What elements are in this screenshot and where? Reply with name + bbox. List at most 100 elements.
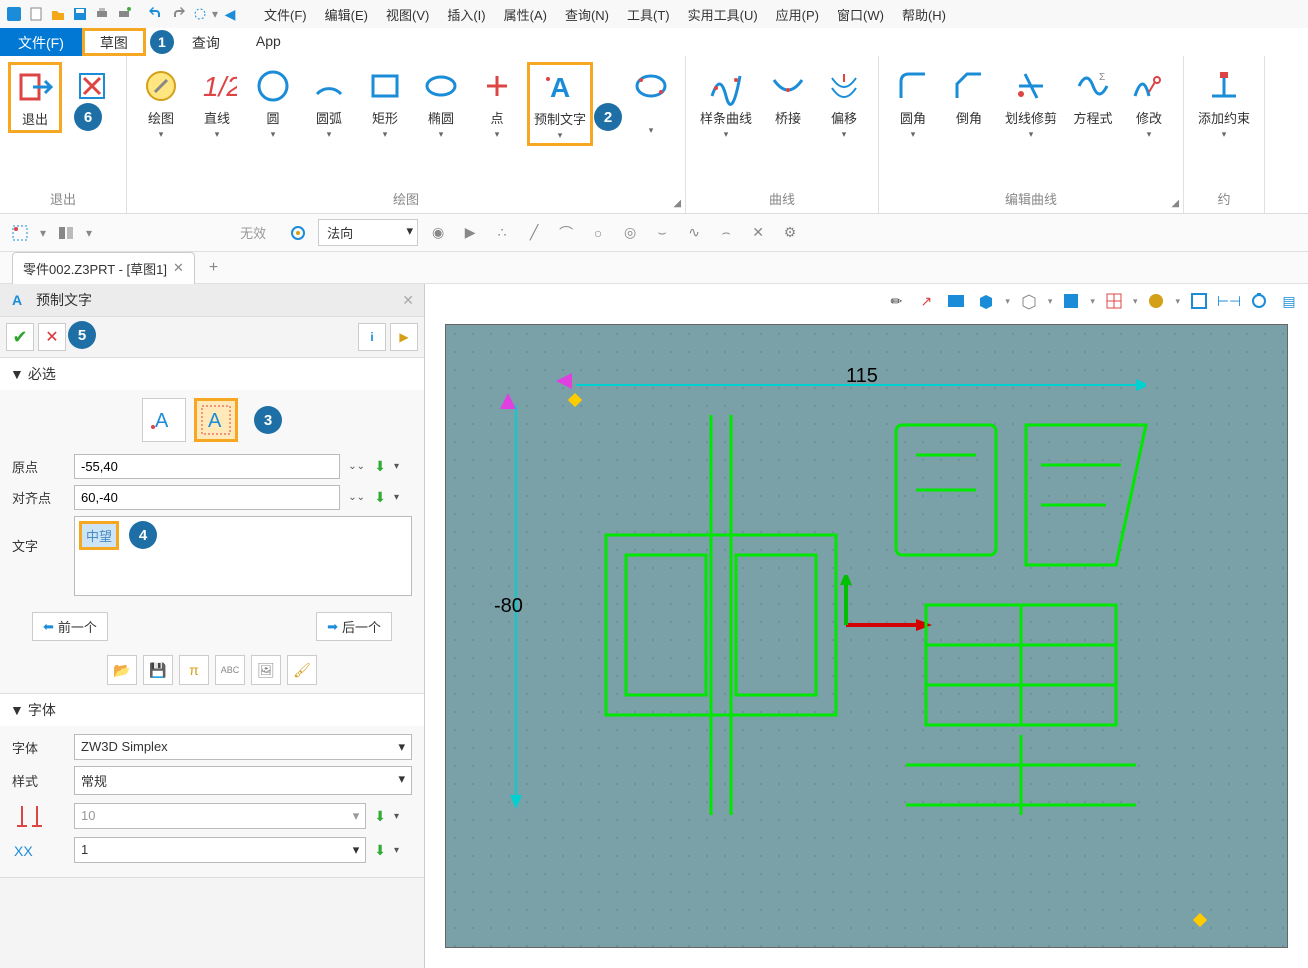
menu-util[interactable]: 实用工具(U) xyxy=(680,1,766,28)
grid-icon[interactable] xyxy=(1103,290,1125,312)
text-input[interactable]: 中望 4 xyxy=(74,516,412,596)
text-mode-box[interactable]: A xyxy=(194,398,238,442)
new-file-icon[interactable] xyxy=(26,4,46,24)
tool-icon[interactable]: ⚙ xyxy=(778,221,802,245)
menu-file[interactable]: 文件(F) xyxy=(256,1,315,28)
prev-button[interactable]: ⬅前一个 xyxy=(32,612,108,641)
print-icon[interactable] xyxy=(92,4,112,24)
menu-insert[interactable]: 插入(I) xyxy=(439,1,493,28)
draw-button[interactable]: 绘图▾ xyxy=(135,62,187,144)
play-icon[interactable]: ▶ xyxy=(458,221,482,245)
arc-tool-icon[interactable]: ⌒ xyxy=(554,221,578,245)
face-icon[interactable] xyxy=(1060,290,1082,312)
close-tab-icon[interactable]: ✕ xyxy=(173,260,184,276)
frame-icon[interactable] xyxy=(1188,290,1210,312)
size2-combo[interactable]: 1▾ xyxy=(74,837,366,863)
ellipse-button[interactable]: 椭圆▾ xyxy=(415,62,467,144)
constraint-button[interactable]: 添加约束▾ xyxy=(1192,62,1256,144)
size1-combo[interactable]: 10▾ xyxy=(74,803,366,829)
menu-help[interactable]: 帮助(H) xyxy=(894,1,954,28)
panel-close-icon[interactable]: ✕ xyxy=(402,292,414,309)
menu-query[interactable]: 查询(N) xyxy=(557,1,617,28)
horiz-icon[interactable]: ⊢⊣ xyxy=(1218,290,1240,312)
bridge-button[interactable]: 桥接 xyxy=(762,62,814,131)
size2-pick[interactable]: ⬇ xyxy=(374,842,386,859)
save-icon[interactable] xyxy=(70,4,90,24)
gear-icon[interactable] xyxy=(286,221,310,245)
modify-button[interactable]: 修改▾ xyxy=(1123,62,1175,144)
style-combo[interactable]: 常规▾ xyxy=(74,766,412,795)
arc2-icon[interactable]: ⌣ xyxy=(650,221,674,245)
circle2-icon[interactable]: ◎ xyxy=(618,221,642,245)
size1-pick[interactable]: ⬇ xyxy=(374,808,386,825)
menu-attr[interactable]: 属性(A) xyxy=(496,1,555,28)
origin-input[interactable] xyxy=(74,454,340,479)
trim-button[interactable]: 划线修剪▾ xyxy=(999,62,1063,144)
selection-filter-icon[interactable] xyxy=(8,221,32,245)
menu-tools[interactable]: 工具(T) xyxy=(619,1,678,28)
target-icon[interactable]: ◉ xyxy=(426,221,450,245)
rect-button[interactable]: 矩形▾ xyxy=(359,62,411,144)
wave-icon[interactable]: ∿ xyxy=(682,221,706,245)
text-mode-plain[interactable]: A xyxy=(142,398,186,442)
circle-button[interactable]: 圆▾ xyxy=(247,62,299,144)
menu-view[interactable]: 视图(V) xyxy=(378,1,437,28)
origin-dd[interactable]: ⌄⌄ xyxy=(348,461,366,472)
align-dd[interactable]: ⌄⌄ xyxy=(348,492,366,503)
line-button[interactable]: 1/2 直线▾ xyxy=(191,62,243,144)
add-tab-button[interactable]: + xyxy=(201,259,226,277)
text-button[interactable]: A 预制文字▾ 2 xyxy=(527,62,593,146)
tab-sketch[interactable]: 草图 xyxy=(82,28,146,56)
spline-extra-button[interactable]: ▾ xyxy=(625,62,677,140)
cube-icon[interactable] xyxy=(975,290,997,312)
align-input[interactable] xyxy=(74,485,340,510)
menu-edit[interactable]: 编辑(E) xyxy=(317,1,376,28)
ok-button[interactable]: ✔ xyxy=(6,323,34,351)
pi-icon[interactable]: π xyxy=(179,655,209,685)
redo-icon[interactable] xyxy=(168,4,188,24)
app-icon[interactable] xyxy=(4,4,24,24)
brush-icon[interactable]: 🖌 xyxy=(287,655,317,685)
axis-icon[interactable]: ↗ xyxy=(915,290,937,312)
info-button[interactable]: i xyxy=(358,323,386,351)
print-preview-icon[interactable] xyxy=(114,4,134,24)
tab-query[interactable]: 查询 xyxy=(174,28,238,56)
menu-window[interactable]: 窗口(W) xyxy=(829,1,892,28)
bracket-icon[interactable]: ⌢ xyxy=(714,221,738,245)
view-mode-icon[interactable] xyxy=(54,221,78,245)
open-icon[interactable] xyxy=(48,4,68,24)
next-button[interactable]: ➡后一个 xyxy=(316,612,392,641)
open-text-icon[interactable]: 📂 xyxy=(107,655,137,685)
expand-button[interactable]: ▶ xyxy=(390,323,418,351)
group-launcher-draw[interactable]: ◢ xyxy=(673,198,681,209)
canvas[interactable]: 115 -80 xyxy=(445,324,1288,948)
more-icon[interactable]: ▤ xyxy=(1278,290,1300,312)
cancel-sketch-button[interactable]: 6 xyxy=(66,62,118,127)
line-tool-icon[interactable]: ╱ xyxy=(522,221,546,245)
arrow-icon[interactable]: ◀ xyxy=(220,4,240,24)
color-icon[interactable] xyxy=(1145,290,1167,312)
abc-icon[interactable]: ABC xyxy=(215,655,245,685)
fillet-button[interactable]: 圆角▾ xyxy=(887,62,939,144)
align-pick[interactable]: ⬇ xyxy=(374,489,386,506)
folder-icon[interactable] xyxy=(945,290,967,312)
x-icon[interactable]: ✕ xyxy=(746,221,770,245)
circle-tool-icon[interactable]: ○ xyxy=(586,221,610,245)
required-header[interactable]: ▼ 必选 xyxy=(0,358,424,390)
tab-file[interactable]: 文件(F) xyxy=(0,28,82,56)
exit-button[interactable]: 退出 xyxy=(8,62,62,133)
offset-button[interactable]: 偏移▾ xyxy=(818,62,870,144)
undo-icon[interactable] xyxy=(146,4,166,24)
cam-icon[interactable] xyxy=(1248,290,1270,312)
origin-pick[interactable]: ⬇ xyxy=(374,458,386,475)
arc-button[interactable]: 圆弧▾ xyxy=(303,62,355,144)
tab-app[interactable]: App xyxy=(238,28,299,56)
doctab-active[interactable]: 零件002.Z3PRT - [草图1] ✕ xyxy=(12,252,195,284)
menu-app[interactable]: 应用(P) xyxy=(768,1,827,28)
wireframe-icon[interactable] xyxy=(1018,290,1040,312)
font-combo[interactable]: ZW3D Simplex▾ xyxy=(74,734,412,760)
group-launcher-edit[interactable]: ◢ xyxy=(1171,198,1179,209)
spline-button[interactable]: 样条曲线▾ xyxy=(694,62,758,144)
dots-icon[interactable]: ∴ xyxy=(490,221,514,245)
normal-combo[interactable]: 法向▾ xyxy=(318,219,418,246)
